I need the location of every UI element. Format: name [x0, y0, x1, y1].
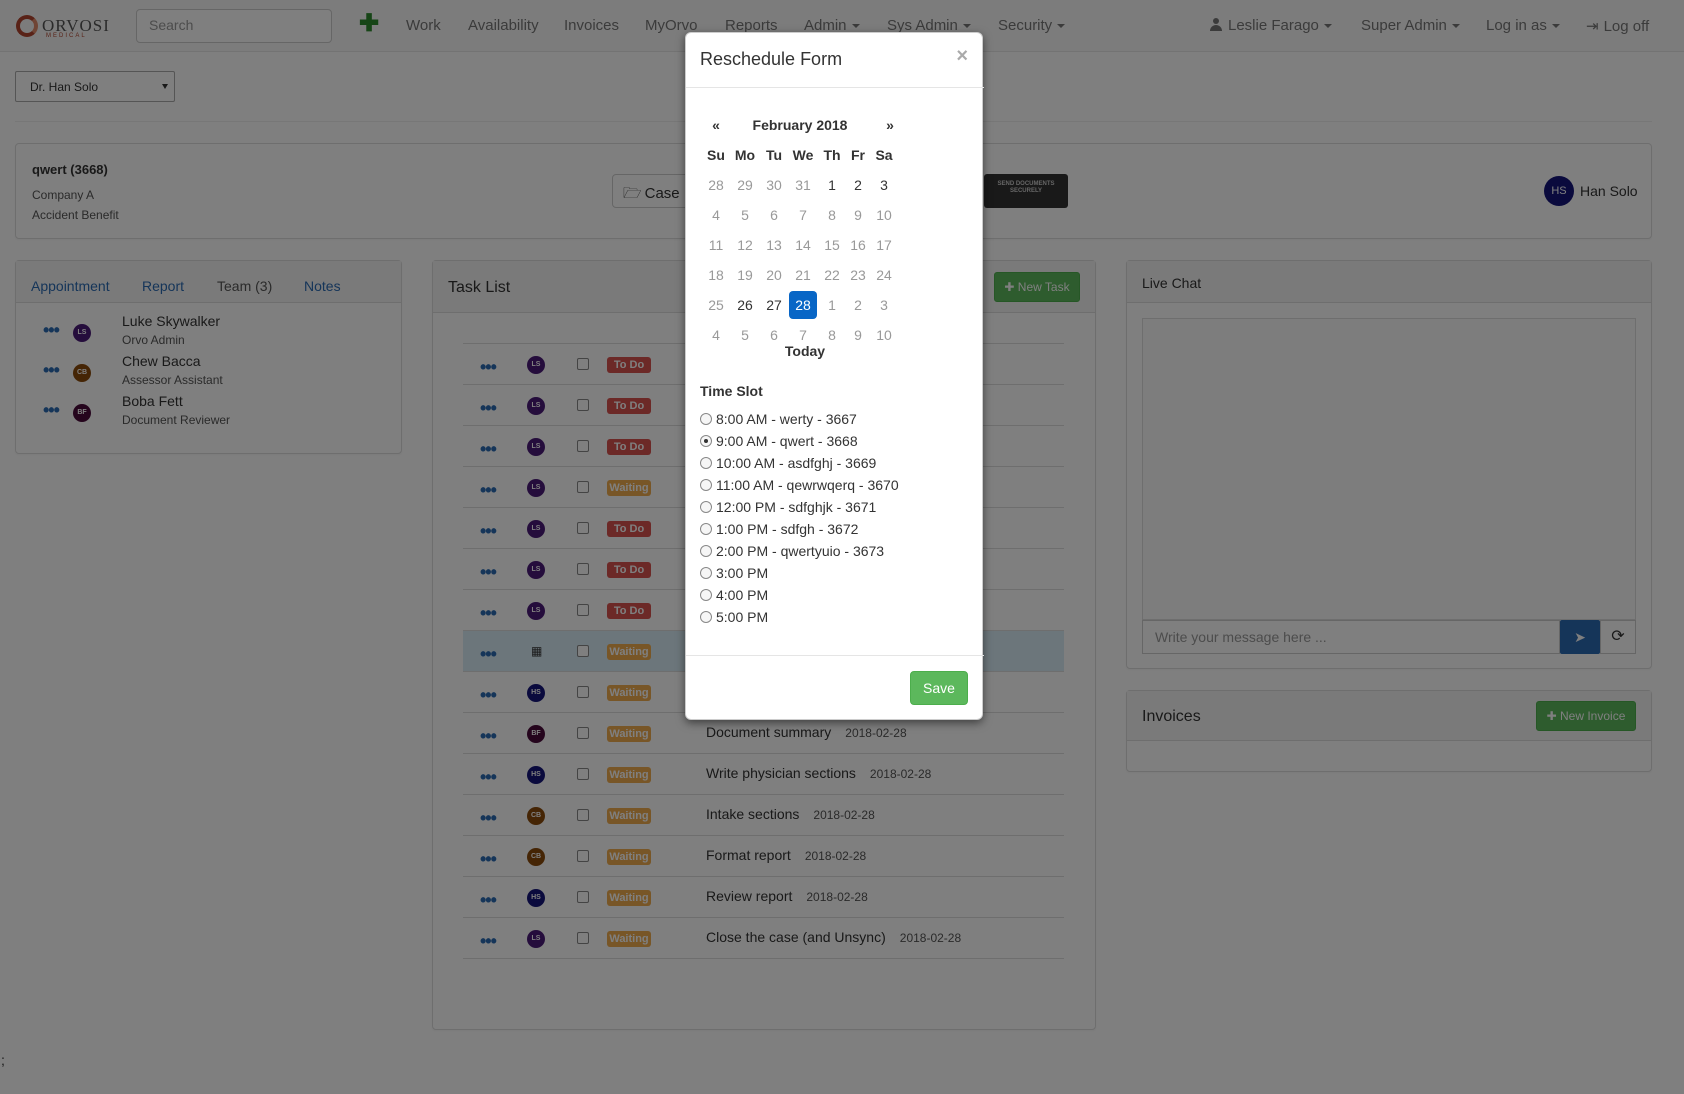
time-slot-option[interactable]: 5:00 PM — [700, 609, 768, 625]
calendar-day[interactable]: 26 — [731, 291, 759, 319]
reschedule-modal: Reschedule Form × « February 2018 » Su Mo… — [685, 32, 984, 720]
calendar-day[interactable]: 2 — [844, 171, 872, 199]
calendar-day[interactable]: 5 — [731, 201, 759, 229]
time-slot-option[interactable]: 3:00 PM — [700, 565, 768, 581]
time-slot-option[interactable]: 2:00 PM - qwertyuio - 3673 — [700, 543, 884, 559]
time-slot-label: 3:00 PM — [716, 565, 769, 581]
weekday-header: Su — [707, 147, 725, 163]
modal-title: Reschedule Form — [700, 49, 843, 69]
time-slot-label: 9:00 AM - qwert - 3668 — [716, 433, 858, 449]
time-slot-option[interactable]: 11:00 AM - qewrwqerq - 3670 — [700, 477, 899, 493]
close-icon[interactable]: × — [956, 45, 968, 68]
time-slot-option[interactable]: 10:00 AM - asdfghj - 3669 — [700, 455, 876, 471]
time-slot-label: 12:00 PM - sdfghjk - 3671 — [716, 499, 877, 515]
calendar-day[interactable]: 23 — [844, 261, 872, 289]
calendar-day[interactable]: 11 — [702, 231, 730, 259]
calendar-month-label[interactable]: February 2018 — [730, 111, 870, 139]
time-slot-label: 5:00 PM — [716, 609, 769, 625]
modal-header-divider — [686, 87, 984, 88]
time-slot-option[interactable]: 9:00 AM - qwert - 3668 — [700, 433, 858, 449]
calendar-day[interactable]: 8 — [818, 201, 846, 229]
today-button[interactable]: Today — [702, 343, 908, 359]
radio-button[interactable] — [700, 413, 712, 425]
calendar-day-selected[interactable]: 28 — [789, 291, 817, 319]
weekday-header: Th — [823, 147, 841, 163]
next-month-button[interactable]: » — [876, 111, 904, 139]
calendar-day[interactable]: 31 — [789, 171, 817, 199]
calendar-day[interactable]: 4 — [702, 201, 730, 229]
weekday-header: Sa — [875, 147, 893, 163]
radio-button[interactable] — [700, 479, 712, 491]
radio-button[interactable] — [700, 567, 712, 579]
time-slot-label: 10:00 AM - asdfghj - 3669 — [716, 455, 877, 471]
calendar-day[interactable]: 30 — [760, 171, 788, 199]
calendar-day[interactable]: 3 — [870, 291, 898, 319]
radio-button[interactable] — [700, 611, 712, 623]
calendar-day[interactable]: 19 — [731, 261, 759, 289]
time-slot-label: Time Slot — [700, 383, 763, 399]
time-slot-option[interactable]: 4:00 PM — [700, 587, 768, 603]
radio-button[interactable] — [700, 457, 712, 469]
radio-button[interactable] — [700, 435, 712, 447]
calendar-day[interactable]: 18 — [702, 261, 730, 289]
calendar-day[interactable]: 28 — [702, 171, 730, 199]
calendar-day[interactable]: 16 — [844, 231, 872, 259]
radio-button[interactable] — [700, 589, 712, 601]
calendar-day[interactable]: 7 — [789, 201, 817, 229]
calendar-day[interactable]: 15 — [818, 231, 846, 259]
calendar-day[interactable]: 13 — [760, 231, 788, 259]
time-slot-option[interactable]: 1:00 PM - sdfgh - 3672 — [700, 521, 858, 537]
calendar-day[interactable]: 1 — [818, 291, 846, 319]
radio-button[interactable] — [700, 501, 712, 513]
modal-footer-divider — [686, 655, 984, 656]
weekday-header: We — [792, 147, 814, 163]
time-slot-option[interactable]: 8:00 AM - werty - 3667 — [700, 411, 857, 427]
radio-button[interactable] — [700, 523, 712, 535]
calendar-day[interactable]: 6 — [760, 201, 788, 229]
time-slot-label: 1:00 PM - sdfgh - 3672 — [716, 521, 859, 537]
calendar-day[interactable]: 2 — [844, 291, 872, 319]
calendar-day[interactable]: 29 — [731, 171, 759, 199]
calendar-day[interactable]: 14 — [789, 231, 817, 259]
time-slot-option[interactable]: 12:00 PM - sdfghjk - 3671 — [700, 499, 876, 515]
weekday-header: Mo — [734, 147, 756, 163]
calendar-day[interactable]: 22 — [818, 261, 846, 289]
weekday-header: Fr — [851, 147, 865, 163]
calendar-day[interactable]: 21 — [789, 261, 817, 289]
calendar-day[interactable]: 1 — [818, 171, 846, 199]
calendar-day[interactable]: 17 — [870, 231, 898, 259]
prev-month-button[interactable]: « — [702, 111, 730, 139]
calendar-day[interactable]: 12 — [731, 231, 759, 259]
radio-button[interactable] — [700, 545, 712, 557]
calendar-day[interactable]: 25 — [702, 291, 730, 319]
calendar-day[interactable]: 24 — [870, 261, 898, 289]
calendar-day[interactable]: 10 — [870, 201, 898, 229]
calendar-day[interactable]: 27 — [760, 291, 788, 319]
calendar-day[interactable]: 3 — [870, 171, 898, 199]
time-slot-label: 2:00 PM - qwertyuio - 3673 — [716, 543, 885, 559]
calendar-day[interactable]: 20 — [760, 261, 788, 289]
time-slot-label: 11:00 AM - qewrwqerq - 3670 — [716, 477, 899, 493]
time-slot-label: 8:00 AM - werty - 3667 — [716, 411, 857, 427]
weekday-header: Tu — [765, 147, 783, 163]
save-button[interactable]: Save — [910, 671, 968, 705]
time-slot-label: 4:00 PM — [716, 587, 769, 603]
calendar-day[interactable]: 9 — [844, 201, 872, 229]
